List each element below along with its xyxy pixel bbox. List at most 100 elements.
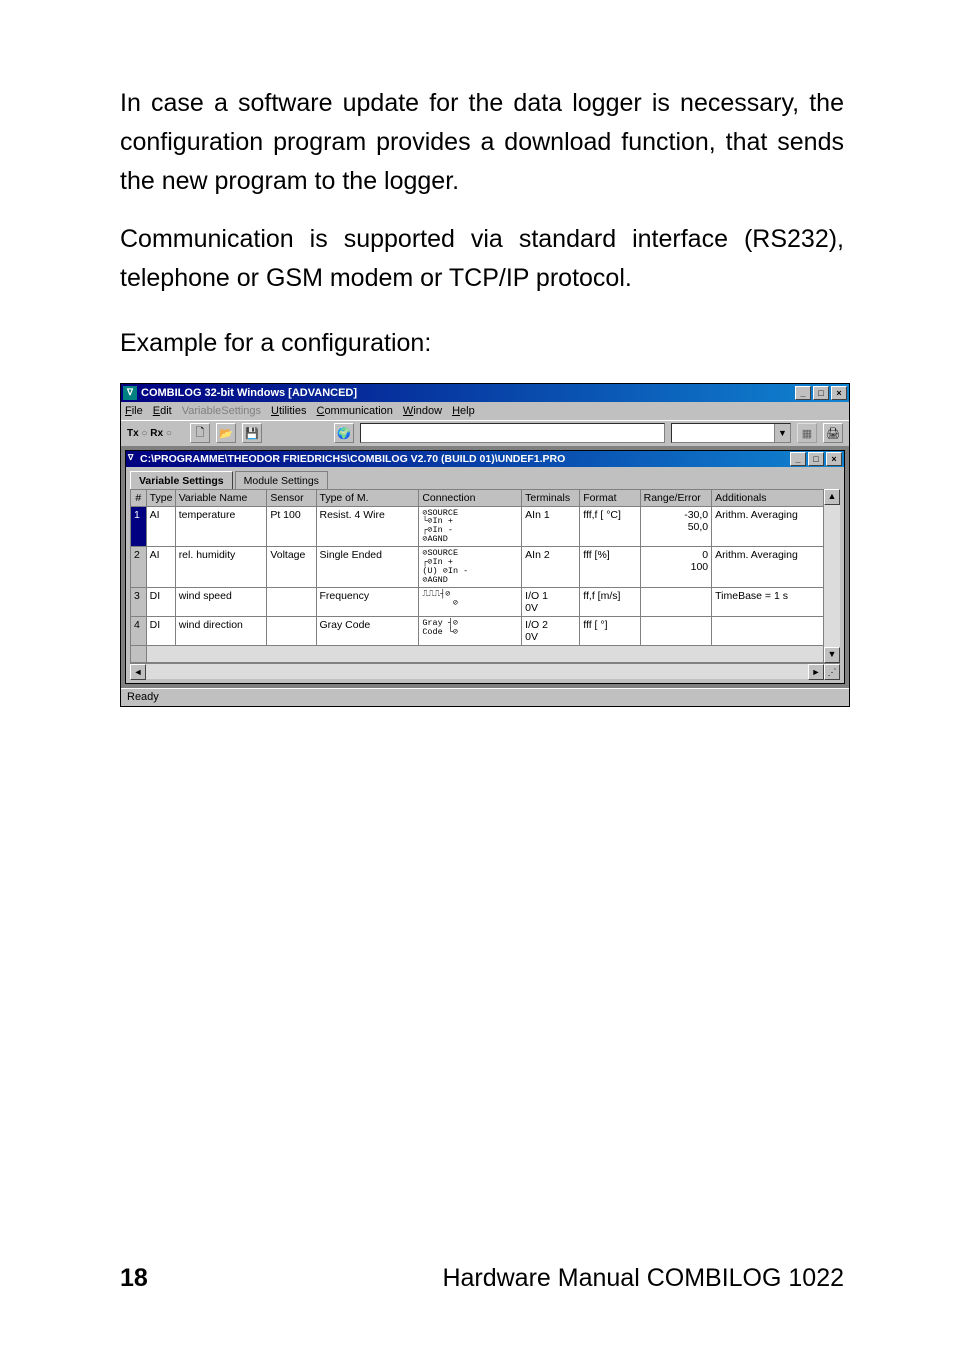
menu-window[interactable]: Window — [403, 405, 442, 417]
cell-typem: Frequency — [316, 587, 419, 616]
cell-format: fff,f [ °C] — [580, 506, 640, 547]
menu-help[interactable]: Help — [452, 405, 475, 417]
txrx-indicator: Tx ○ Rx ○ — [127, 428, 172, 439]
cell-additionals: TimeBase = 1 s — [712, 587, 824, 616]
cell-range: 0 100 — [640, 547, 712, 588]
col-fmt-header[interactable]: Format — [580, 489, 640, 506]
save-file-button[interactable]: 💾 — [242, 423, 262, 443]
scroll-right-button[interactable]: ► — [808, 664, 824, 680]
cell-type: DI — [146, 616, 175, 645]
grid-area: # Type Variable Name Sensor Type of M. C… — [126, 489, 844, 683]
table-row-empty — [131, 645, 824, 662]
col-type-header[interactable]: Type — [146, 489, 175, 506]
cell-type: DI — [146, 587, 175, 616]
resize-grip[interactable]: ⋰ — [824, 664, 840, 680]
scroll-left-button[interactable]: ◄ — [130, 664, 146, 680]
cell-sensor: Voltage — [267, 547, 316, 588]
cell-range — [640, 616, 712, 645]
cell-connection: ⊘SOURCE └⊘In + ┌⊘In - ⊘AGND — [419, 506, 522, 547]
statusbar: Ready — [121, 688, 849, 706]
cell-name: rel. humidity — [175, 547, 267, 588]
minimize-button[interactable]: _ — [795, 386, 811, 400]
col-name-header[interactable]: Variable Name — [175, 489, 267, 506]
table-row[interactable]: 4 DI wind direction Gray Code Gray ┤⊘ Co… — [131, 616, 824, 645]
table-row[interactable]: 2 AI rel. humidity Voltage Single Ended … — [131, 547, 824, 588]
toolbar-address-field[interactable] — [360, 423, 665, 443]
cell-terminals: I/O 1 0V — [522, 587, 580, 616]
outer-titlebar: ∇ COMBILOG 32-bit Windows [ADVANCED] _ □… — [121, 384, 849, 402]
page-number: 18 — [120, 1264, 148, 1293]
open-file-button[interactable]: 📂 — [216, 423, 236, 443]
tool-button-1[interactable]: ▦ — [797, 423, 817, 443]
cell-range: -30,0 50,0 — [640, 506, 712, 547]
variables-grid[interactable]: # Type Variable Name Sensor Type of M. C… — [130, 489, 824, 663]
print-button[interactable]: 🖨 — [823, 423, 843, 443]
row-num: 3 — [131, 587, 147, 616]
document-titlebar: ∇ C:\PROGRAMME\THEODOR FRIEDRICHS\COMBIL… — [126, 451, 844, 467]
cell-format: fff [ °] — [580, 616, 640, 645]
col-re-header[interactable]: Range/Error — [640, 489, 712, 506]
cell-connection: Gray ┤⊘ Code └⊘ — [419, 616, 522, 645]
doc-minimize-button[interactable]: _ — [790, 452, 806, 466]
cell-name: wind direction — [175, 616, 267, 645]
cell-typem: Resist. 4 Wire — [316, 506, 419, 547]
doc-icon: ∇ — [128, 453, 140, 465]
globe-button[interactable]: 🌍 — [334, 423, 354, 443]
table-row[interactable]: 3 DI wind speed Frequency ⎍⎍⎍┤⊘ ⊘ I/O 1 … — [131, 587, 824, 616]
cell-typem: Gray Code — [316, 616, 419, 645]
page-footer: 18 Hardware Manual COMBILOG 1022 — [120, 1264, 844, 1293]
cell-type: AI — [146, 547, 175, 588]
menu-communication[interactable]: Communication — [316, 405, 392, 417]
doc-close-button[interactable]: × — [826, 452, 842, 466]
grid-header-row: # Type Variable Name Sensor Type of M. C… — [131, 489, 824, 506]
tab-variable-settings[interactable]: Variable Settings — [130, 471, 233, 489]
maximize-button[interactable]: □ — [813, 386, 829, 400]
toolbar: Tx ○ Rx ○ 🗋 📂 💾 🌍 ▼ ▦ 🖨 — [121, 420, 849, 446]
paragraph-2: Communication is supported via standard … — [120, 220, 844, 298]
close-button[interactable]: × — [831, 386, 847, 400]
cell-terminals: I/O 2 0V — [522, 616, 580, 645]
cell-connection: ⊘SOURCE ┌⊘In + (U) ⊘In - ⊘AGND — [419, 547, 522, 588]
app-icon: ∇ — [123, 386, 137, 400]
row-num: 1 — [131, 506, 147, 547]
row-num: 2 — [131, 547, 147, 588]
row-num — [131, 645, 147, 662]
printer-combo[interactable]: ▼ — [671, 423, 791, 443]
horizontal-scrollbar[interactable]: ◄ ► ⋰ — [130, 663, 840, 679]
cell-sensor — [267, 587, 316, 616]
cell-connection: ⎍⎍⎍┤⊘ ⊘ — [419, 587, 522, 616]
menu-variablesettings[interactable]: VariableSettings — [182, 405, 261, 417]
cell-typem: Single Ended — [316, 547, 419, 588]
vertical-scrollbar[interactable]: ▲ ▼ — [824, 489, 840, 663]
table-row[interactable]: 1 AI temperature Pt 100 Resist. 4 Wire ⊘… — [131, 506, 824, 547]
cell-range — [640, 587, 712, 616]
mdi-client-area: ∇ C:\PROGRAMME\THEODOR FRIEDRICHS\COMBIL… — [121, 446, 849, 688]
cell-terminals: AIn 1 — [522, 506, 580, 547]
new-file-button[interactable]: 🗋 — [190, 423, 210, 443]
col-sensor-header[interactable]: Sensor — [267, 489, 316, 506]
col-conn-header[interactable]: Connection — [419, 489, 522, 506]
app-window: ∇ COMBILOG 32-bit Windows [ADVANCED] _ □… — [120, 383, 850, 707]
paragraph-1: In case a software update for the data l… — [120, 84, 844, 200]
cell-type: AI — [146, 506, 175, 547]
tab-module-settings[interactable]: Module Settings — [235, 471, 328, 489]
col-add-header[interactable]: Additionals — [712, 489, 824, 506]
document-title: C:\PROGRAMME\THEODOR FRIEDRICHS\COMBILOG… — [140, 453, 565, 465]
col-term-header[interactable]: Terminals — [522, 489, 580, 506]
cell-additionals: Arithm. Averaging — [712, 547, 824, 588]
menu-file[interactable]: File — [125, 405, 143, 417]
cell-name: wind speed — [175, 587, 267, 616]
menu-edit[interactable]: Edit — [153, 405, 172, 417]
cell-additionals: Arithm. Averaging — [712, 506, 824, 547]
menu-utilities[interactable]: Utilities — [271, 405, 306, 417]
app-title: COMBILOG 32-bit Windows [ADVANCED] — [141, 387, 357, 399]
cell-sensor — [267, 616, 316, 645]
cell-name: temperature — [175, 506, 267, 547]
row-num: 4 — [131, 616, 147, 645]
cell-format: ff,f [m/s] — [580, 587, 640, 616]
doc-maximize-button[interactable]: □ — [808, 452, 824, 466]
col-typem-header[interactable]: Type of M. — [316, 489, 419, 506]
status-text: Ready — [127, 691, 159, 703]
col-num-header[interactable]: # — [131, 489, 147, 506]
cell-format: fff [%] — [580, 547, 640, 588]
